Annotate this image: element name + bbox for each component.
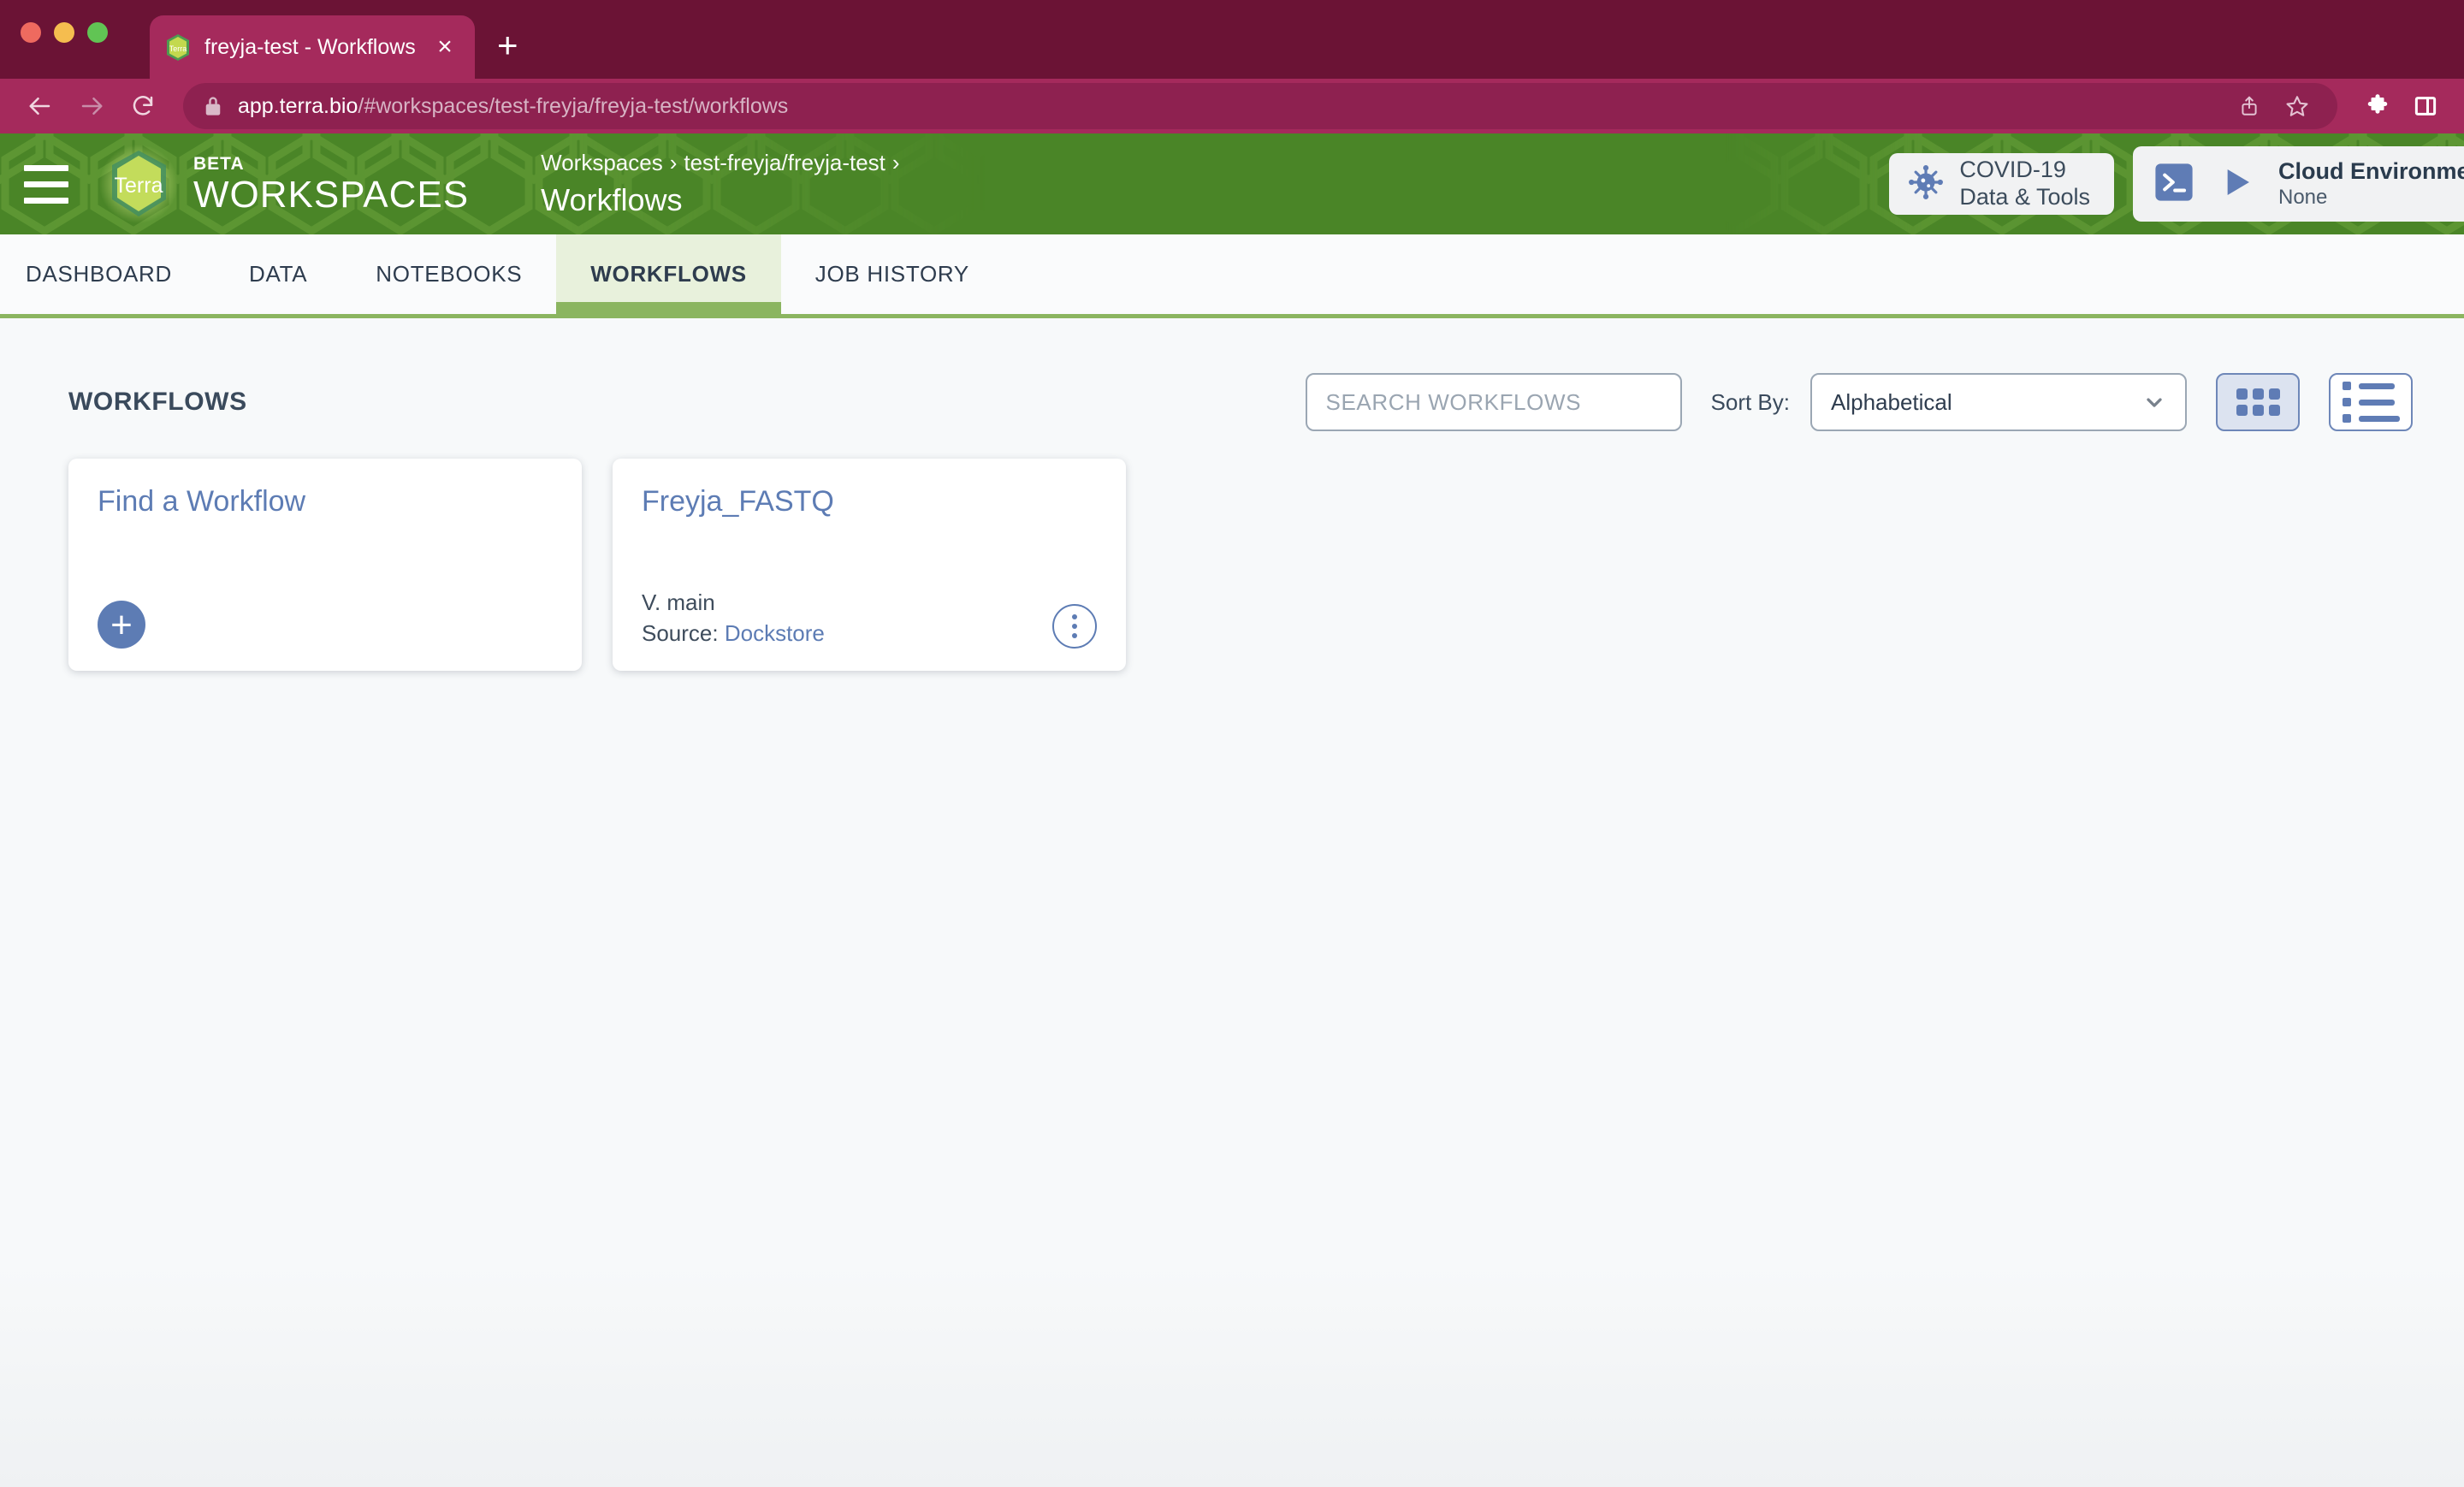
app-header: Terra BETA WORKSPACES Workspaces › test-fr… [0,133,2464,234]
extensions-puzzle-icon[interactable] [2358,86,2397,126]
breadcrumb-workspaces-link[interactable]: Workspaces [541,150,663,175]
back-arrow-icon[interactable] [19,85,62,127]
grid-view-button[interactable] [2216,373,2300,431]
covid-button-line1: COVID-19 [1959,157,2066,183]
workflows-section-title: WORKFLOWS [68,388,247,416]
workflow-source-link[interactable]: Dockstore [725,620,825,646]
workflow-card-grid: Find a Workflow + Freyja_FASTQ V. main S… [0,435,2464,671]
new-tab-button[interactable]: + [497,27,518,63]
hamburger-menu-icon[interactable] [24,164,68,204]
workflow-version: V. main [642,589,715,616]
tab-workflows[interactable]: WORKFLOWS [556,234,781,314]
covid-button-line2: Data & Tools [1959,184,2090,210]
beta-badge: BETA [193,154,245,175]
omnibox-actions [2230,86,2317,126]
share-icon[interactable] [2230,86,2269,126]
find-a-workflow-card[interactable]: Find a Workflow + [68,459,582,671]
list-view-button[interactable] [2329,373,2413,431]
search-workflows-input[interactable] [1325,388,1661,416]
chevron-down-icon [2142,390,2166,414]
sort-by-value: Alphabetical [1831,388,1952,415]
breadcrumb-separator-1: › [669,150,678,176]
sort-by-label: Sort By: [1710,388,1790,415]
cloud-environment-button[interactable]: Cloud Environment None [2133,146,2464,222]
cloud-button-labels: Cloud Environment None [2278,158,2464,210]
kebab-menu-icon[interactable] [1052,604,1097,649]
terminal-icon [2153,162,2194,207]
tab-dashboard[interactable]: DASHBOARD [0,234,215,314]
bookmark-star-icon[interactable] [2277,86,2317,126]
close-window-button[interactable] [21,22,41,43]
tab-job-history[interactable]: JOB HISTORY [781,234,1004,314]
window-traffic-lights [21,22,108,43]
workflow-source-label: Source: [642,619,719,646]
workflow-card-title: Freyja_FASTQ [642,485,834,518]
find-a-workflow-footer: + [98,601,553,649]
list-view-icon [2342,382,2400,423]
url-host: app.terra.bio [238,93,358,118]
close-tab-button[interactable]: × [430,34,459,60]
terra-logo[interactable]: Terra [99,145,178,223]
page-title: Workflows [541,181,683,217]
lock-icon [204,95,222,117]
svg-text:Terra: Terra [169,44,187,53]
cloud-button-line2: None [2278,185,2328,209]
tab-notebooks[interactable]: NOTEBOOKS [341,234,556,314]
address-bar[interactable]: app.terra.bio/#workspaces/test-freyja/fr… [183,83,2337,129]
workflow-card-footer: V. main Source: Dockstore [642,588,1097,649]
browser-tab-strip: Terra freyja-test - Workflows × + [0,0,2464,79]
breadcrumb-workspace-link[interactable]: test-freyja/freyja-test [684,150,886,175]
search-workflows-box[interactable] [1305,373,1682,431]
minimize-window-button[interactable] [54,22,74,43]
covid-data-tools-button[interactable]: COVID-19 Data & Tools [1889,153,2114,215]
header-actions: COVID-19 Data & Tools Cloud Environment [1889,146,2464,222]
url-path: /#workspaces/test-freyja/freyja-test/wor… [358,93,789,118]
tab-data[interactable]: DATA [215,234,341,314]
browser-tab-title: freyja-test - Workflows [204,34,416,59]
browser-tab[interactable]: Terra freyja-test - Workflows × [150,15,475,79]
address-bar-url: app.terra.bio/#workspaces/test-freyja/fr… [238,94,788,119]
workflows-toolbar-right: Sort By: Alphabetical [1305,373,2413,431]
workflows-main-content: WORKFLOWS Sort By: Alphabetical [0,318,2464,1487]
workflow-source-line: Source: Dockstore [642,619,825,649]
workflow-card[interactable]: Freyja_FASTQ V. main Source: Dockstore [613,459,1126,671]
plus-circle-icon[interactable]: + [98,601,145,649]
maximize-window-button[interactable] [87,22,108,43]
browser-toolbar: app.terra.bio/#workspaces/test-freyja/fr… [0,79,2464,133]
play-triangle-icon [2217,163,2256,206]
breadcrumb: Workspaces › test-freyja/freyja-test › [541,147,906,178]
find-a-workflow-title: Find a Workflow [98,485,306,518]
svg-text:Terra: Terra [115,174,163,198]
workspace-tabs: DASHBOARD DATA NOTEBOOKS WORKFLOWS JOB H… [0,234,2464,318]
sort-by-select[interactable]: Alphabetical [1810,373,2187,431]
forward-arrow-icon[interactable] [70,85,113,127]
cloud-button-line1: Cloud Environment [2278,157,2464,184]
side-panel-icon[interactable] [2406,86,2445,126]
breadcrumb-separator-2: › [891,150,900,176]
terra-favicon-icon: Terra [165,33,191,62]
reload-icon[interactable] [121,85,164,127]
grid-view-icon [2236,388,2280,416]
breadcrumb-block: Workspaces › test-freyja/freyja-test › Work… [541,147,906,220]
workflows-toolbar: WORKFLOWS Sort By: Alphabetical [0,370,2464,435]
virus-icon [1908,164,1944,204]
browser-window: Terra freyja-test - Workflows × + app.te… [0,0,2464,1487]
product-brand: BETA WORKSPACES [193,154,469,213]
covid-button-labels: COVID-19 Data & Tools [1959,157,2090,211]
product-name: WORKSPACES [193,173,470,216]
workflow-card-meta: V. main Source: Dockstore [642,588,825,649]
